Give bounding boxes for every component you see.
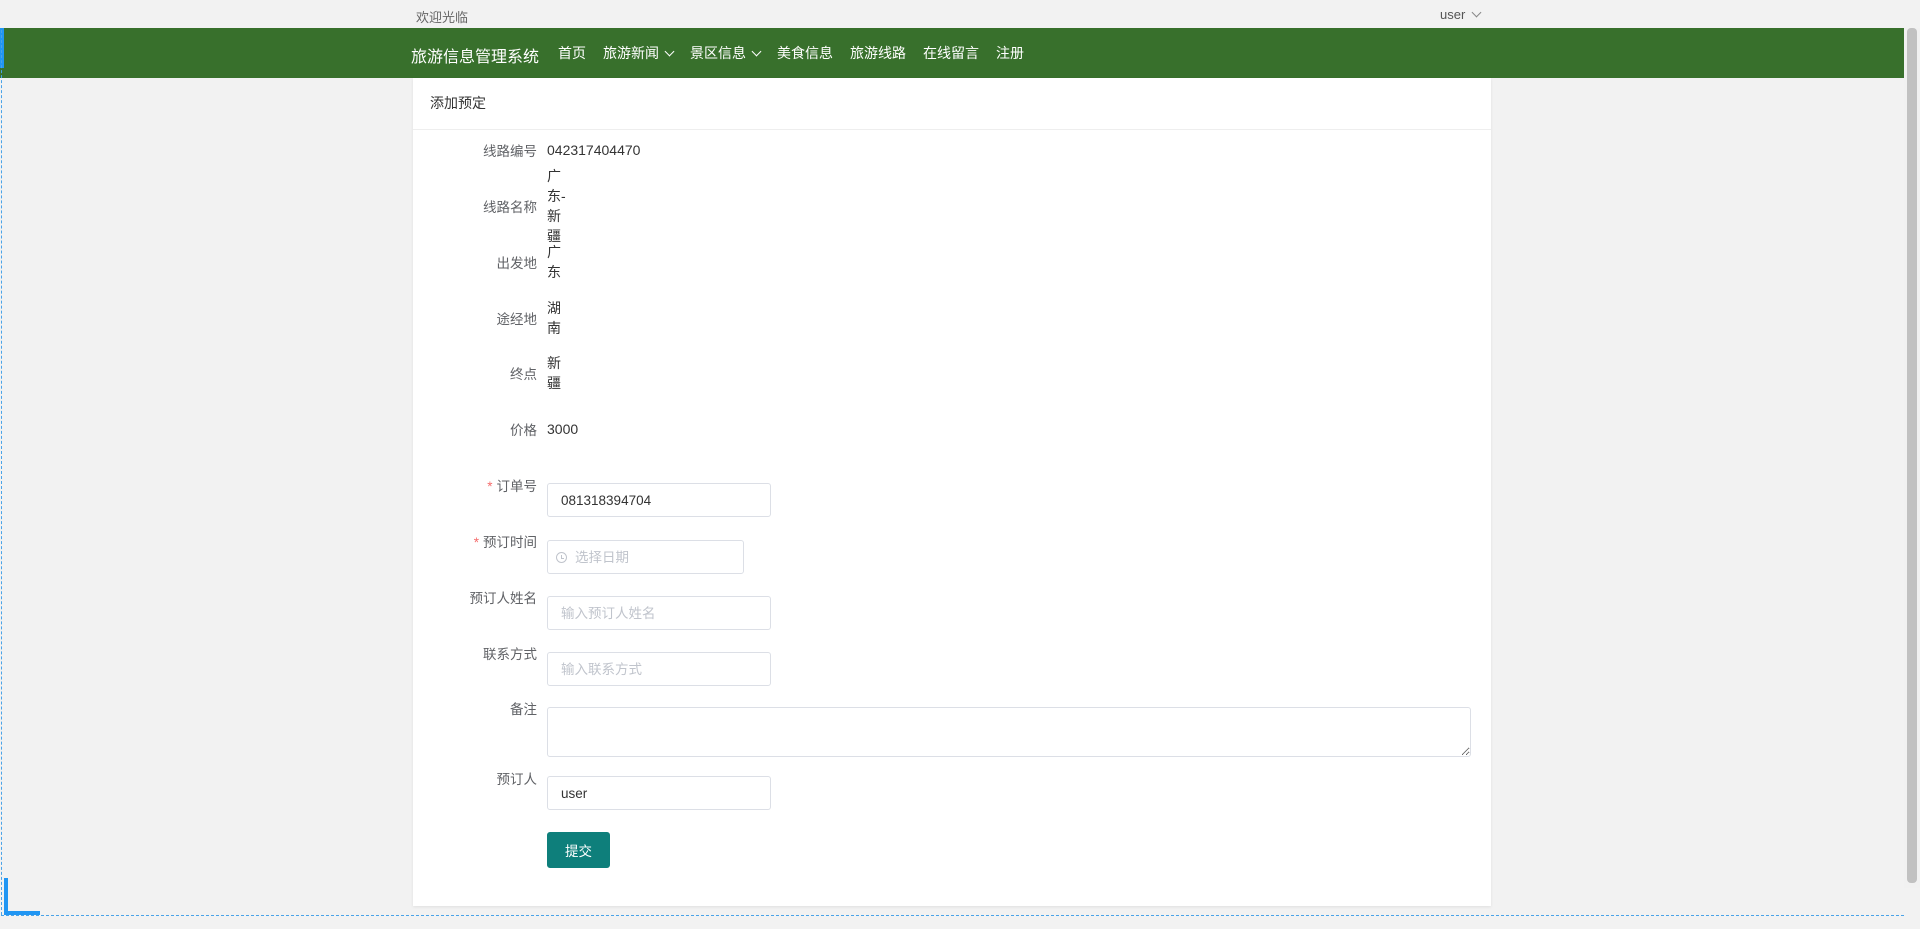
- nav-item-label: 旅游线路: [850, 45, 906, 61]
- booking-form-card: 添加预定 线路编号 042317404470 线路名称 广东-新疆 出发地 广东…: [413, 78, 1491, 906]
- route-no-label: 线路编号: [483, 144, 537, 159]
- top-bar: 欢迎光临 user: [0, 0, 1920, 28]
- nav-item-food-info[interactable]: 美食信息: [777, 43, 833, 63]
- destination-label: 终点: [510, 367, 537, 382]
- nav-item-label: 首页: [558, 45, 586, 61]
- selection-corner: [4, 911, 40, 915]
- chevron-down-icon: [1471, 7, 1482, 18]
- scroll-thumb[interactable]: [1907, 28, 1917, 883]
- selection-corner: [4, 878, 8, 914]
- departure-label: 出发地: [496, 256, 538, 271]
- nav-item-travel-news[interactable]: 旅游新闻: [603, 43, 675, 63]
- price-label: 价格: [510, 423, 537, 438]
- user-name: user: [1440, 7, 1466, 22]
- contact-label: 联系方式: [483, 647, 537, 662]
- nav-item-label: 美食信息: [777, 45, 833, 61]
- departure-value: 广东: [547, 244, 561, 280]
- booker-name-label: 预订人姓名: [469, 591, 538, 606]
- nav-item-label: 旅游新闻: [603, 45, 659, 61]
- remark-textarea[interactable]: [547, 707, 1471, 757]
- nav-item-travel-routes[interactable]: 旅游线路: [850, 43, 906, 63]
- card-title: 添加预定: [413, 78, 1491, 130]
- user-menu[interactable]: user: [1440, 7, 1482, 22]
- selection-outline-left: [1, 30, 2, 915]
- booker-label: 预订人: [496, 772, 538, 787]
- remark-label: 备注: [510, 702, 537, 717]
- contact-input[interactable]: [547, 652, 771, 686]
- order-no-label-text: 订单号: [496, 479, 538, 494]
- required-mark: *: [487, 479, 493, 494]
- order-no-label: * 订单号: [413, 475, 537, 495]
- welcome-text: 欢迎光临: [416, 10, 469, 25]
- route-no-value: 042317404470: [547, 142, 641, 158]
- destination-value: 新疆: [547, 355, 561, 391]
- navbar: 旅游信息管理系统 首页 旅游新闻 景区信息 美食信息 旅游线路 在线留言 注册: [0, 28, 1904, 78]
- booking-time-label: * 预订时间: [413, 531, 537, 551]
- nav-item-label: 注册: [996, 45, 1024, 61]
- route-name-label: 线路名称: [483, 200, 537, 215]
- booking-date-picker[interactable]: [547, 540, 744, 574]
- nav-item-messages[interactable]: 在线留言: [923, 43, 979, 63]
- via-label: 途经地: [496, 312, 538, 327]
- order-no-input[interactable]: [547, 483, 771, 517]
- booking-time-label-text: 预订时间: [483, 535, 537, 550]
- site-brand[interactable]: 旅游信息管理系统: [411, 43, 539, 67]
- selection-outline-bottom: [1, 915, 1904, 916]
- chevron-down-icon: [664, 46, 675, 56]
- chevron-down-icon: [751, 46, 762, 56]
- nav-item-scenic-info[interactable]: 景区信息: [690, 43, 762, 63]
- nav-menu: 首页 旅游新闻 景区信息 美食信息 旅游线路 在线留言 注册: [558, 28, 1041, 78]
- booker-input[interactable]: [547, 776, 771, 810]
- nav-item-label: 在线留言: [923, 45, 979, 61]
- via-value: 湖南: [547, 300, 561, 336]
- nav-item-register[interactable]: 注册: [996, 43, 1024, 63]
- nav-item-home[interactable]: 首页: [558, 43, 586, 63]
- booker-name-input[interactable]: [547, 596, 771, 630]
- required-mark: *: [473, 535, 479, 550]
- clock-icon: [556, 552, 567, 563]
- route-name-value: 广东-新疆: [547, 168, 566, 244]
- nav-item-label: 景区信息: [690, 45, 746, 61]
- page-scrollbar[interactable]: [1904, 28, 1920, 888]
- submit-button[interactable]: 提交: [547, 832, 610, 868]
- price-value: 3000: [547, 421, 579, 437]
